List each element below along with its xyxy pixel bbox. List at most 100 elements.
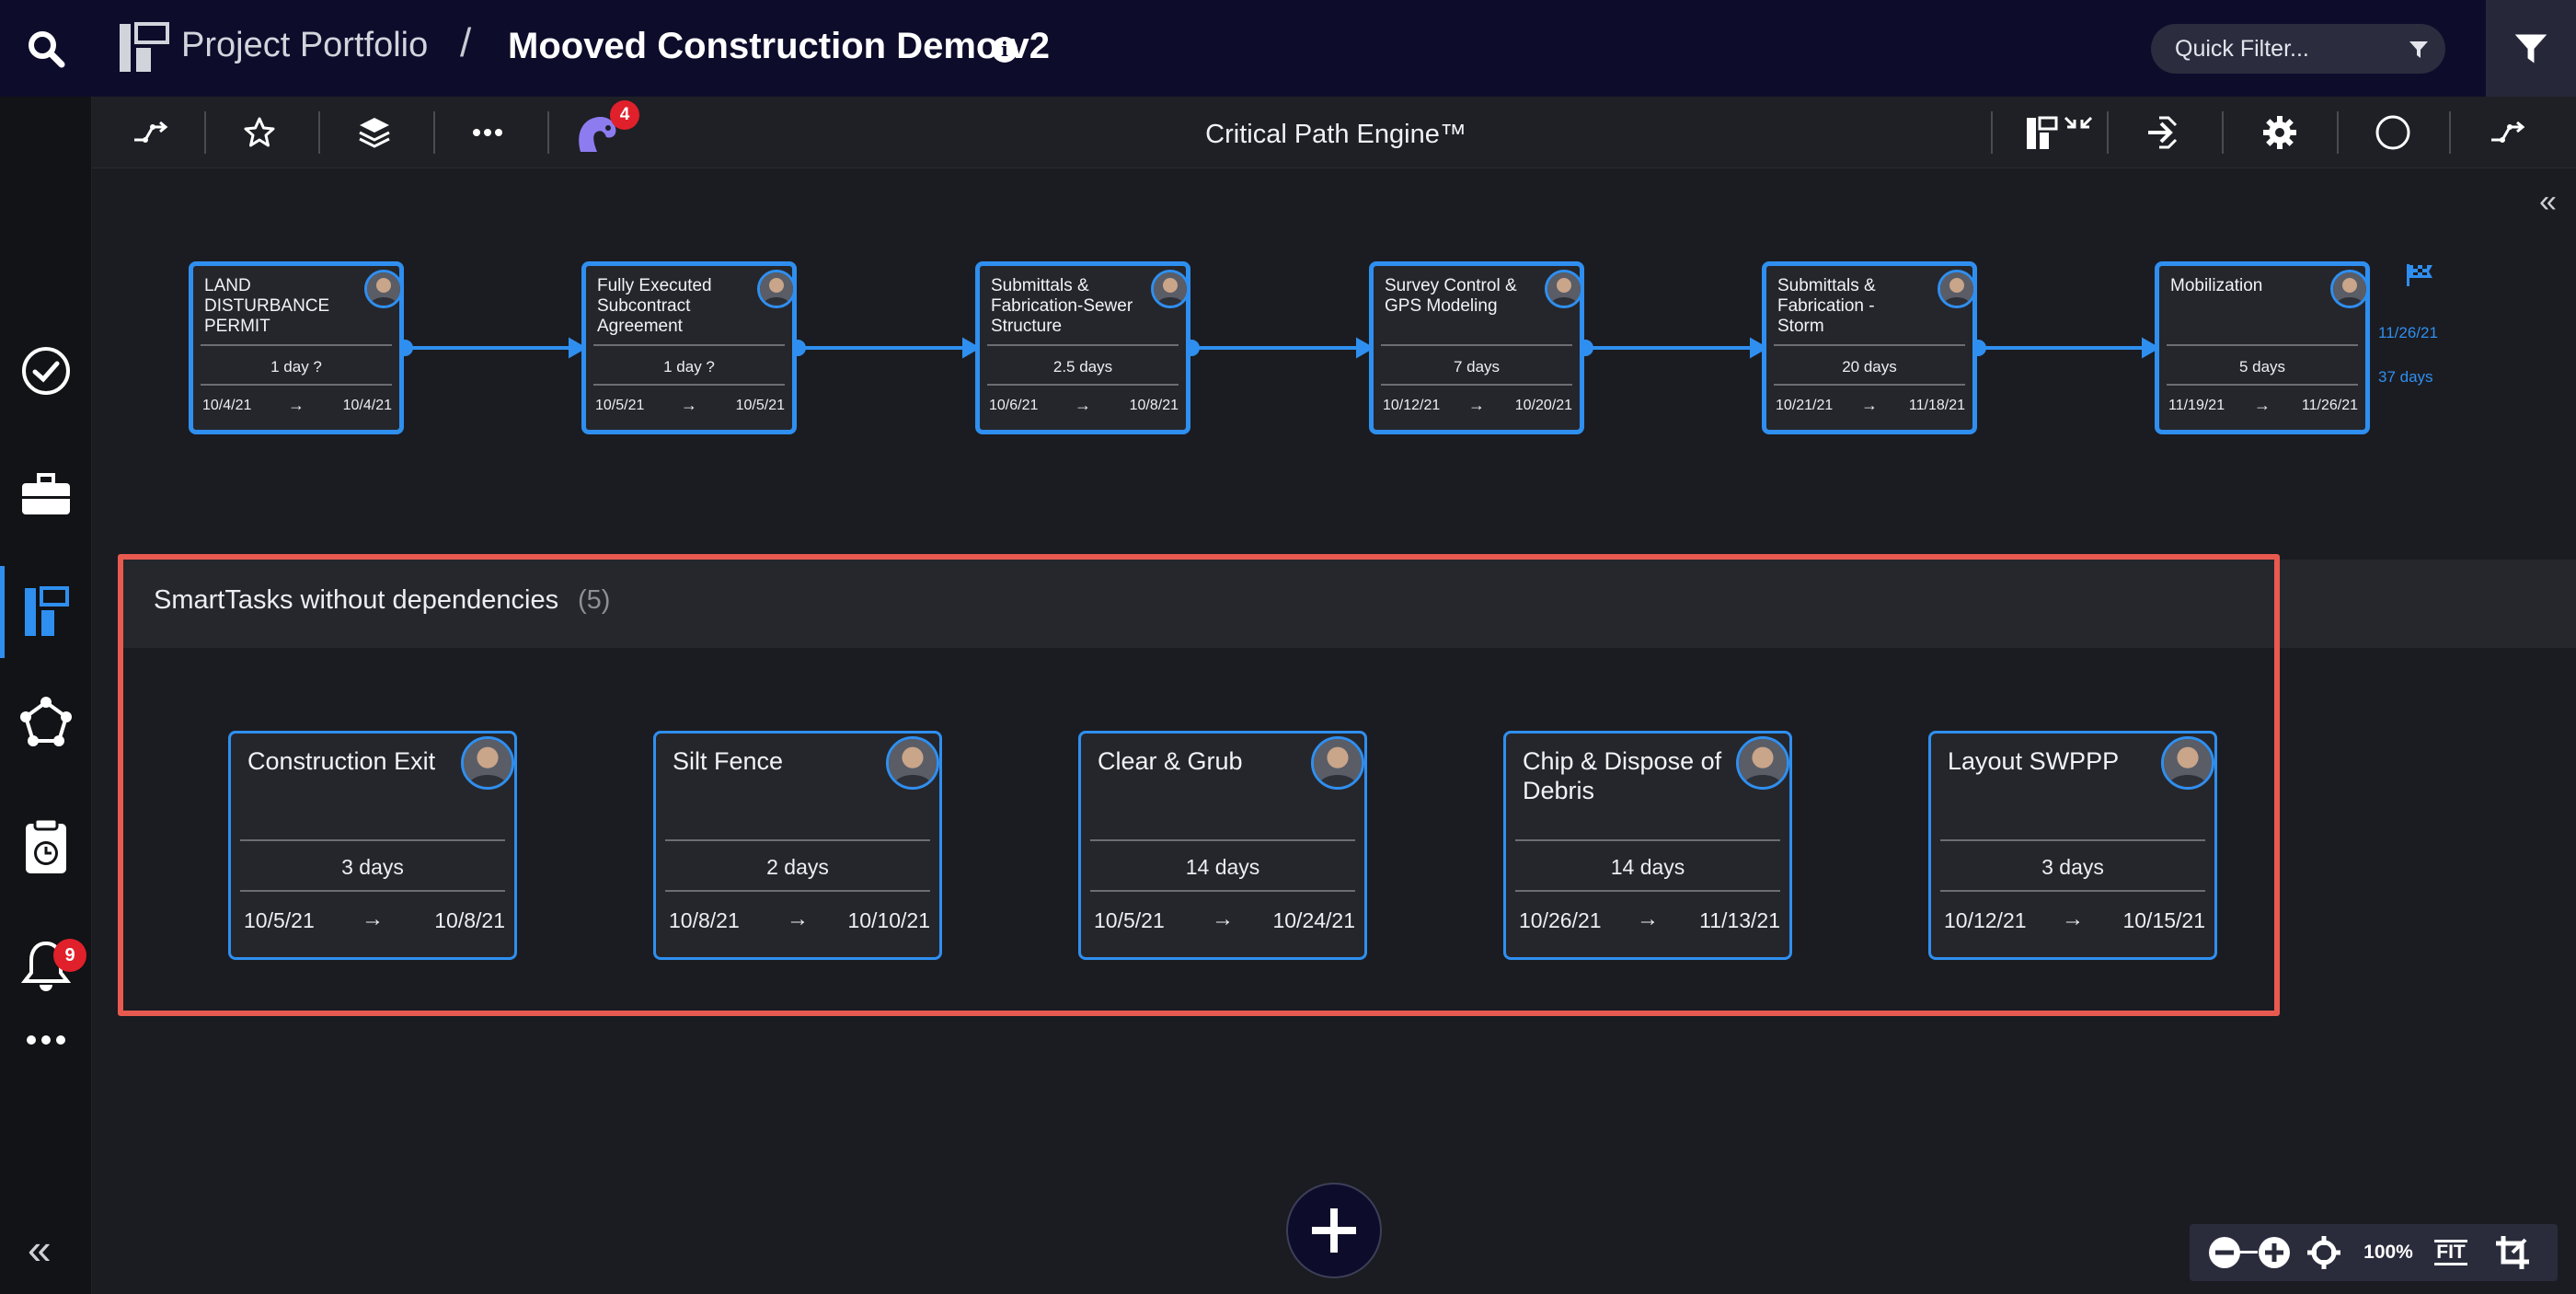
task-end-date: 10/20/21 [1514,398,1572,413]
divider [240,839,505,841]
task-duration: 14 days [1185,855,1260,879]
critical-task-card[interactable]: LAND DISTURBANCE PERMIT 1 day ? 10/4/21 … [189,261,404,434]
zoom-in-icon [2259,1237,2290,1268]
network-icon [20,697,72,746]
add-task-button[interactable] [1286,1183,1382,1278]
task-duration: 7 days [1453,358,1501,375]
clipboard-clock-icon [26,818,66,873]
avatar[interactable] [1151,270,1190,308]
task-name: Layout SWPPP [1948,747,2120,775]
avatar[interactable] [2161,736,2214,790]
divider [593,384,785,386]
divider [1515,890,1780,892]
zoom-in-button[interactable] [2254,1232,2294,1273]
critical-task-card[interactable]: Submittals & Fabrication - Storm 20 days… [1762,261,1977,434]
task-end-date: 10/8/21 [1129,398,1179,413]
zoom-out-icon [2209,1237,2240,1268]
divider [1515,839,1780,841]
crop-icon [2496,1236,2529,1269]
divider [1381,384,1572,386]
project-end-date: 11/26/21 [2378,324,2438,341]
task-duration: 2.5 days [1052,358,1113,375]
zoom-level[interactable]: 100% [2361,1232,2416,1273]
divider [2167,344,2358,346]
task-name: Survey Control & GPS Modeling [1385,276,1517,316]
task-duration: 1 day ? [663,358,715,375]
divider [1940,890,2205,892]
smart-task-card[interactable]: Construction Exit 3 days 10/5/21 → 10/8/… [228,731,517,960]
task-name: Construction Exit [247,747,436,775]
avatar[interactable] [886,736,939,790]
zoom-controls: 100% FIT [2190,1224,2558,1281]
divider [1940,839,2205,841]
task-name: LAND DISTURBANCE PERMIT [204,276,330,336]
critical-task-card[interactable]: Submittals & Fabrication-Sewer Structure… [975,261,1190,434]
divider [1381,344,1572,346]
divider [1090,839,1355,841]
divider [987,384,1179,386]
task-end-date: 10/4/21 [342,398,392,413]
task-duration: 2 days [766,855,829,879]
task-end-date: 11/13/21 [1699,908,1780,932]
finish-flag-icon [2407,264,2432,286]
collapse-sidebar-button[interactable]: « [28,1224,52,1274]
avatar[interactable] [1545,270,1583,308]
task-end-date: 10/24/21 [1272,908,1355,932]
notification-badge: 9 [53,939,86,972]
divider [1774,384,1965,386]
sidebar-item-more[interactable] [0,994,92,1086]
task-end-date: 11/18/21 [1908,398,1965,413]
plus-icon [1312,1208,1356,1253]
divider [987,344,1179,346]
critical-task-card[interactable]: Fully Executed Subcontract Agreement 1 d… [581,261,797,434]
divider [593,344,785,346]
crosshair-icon [2307,1236,2340,1269]
sidebar-item-timesheet[interactable] [0,801,92,893]
divider [2167,384,2358,386]
divider [1774,344,1965,346]
task-duration: 20 days [1842,358,1897,375]
smart-task-card[interactable]: Chip & Dispose of Debris 14 days 10/26/2… [1503,731,1792,960]
task-name: Submittals & Fabrication - Storm [1777,276,1876,336]
smart-task-card[interactable]: Clear & Grub 14 days 10/5/21 → 10/24/21 [1078,731,1367,960]
task-duration: 1 day ? [270,358,322,375]
avatar[interactable] [2330,270,2369,308]
board-icon [25,586,69,636]
task-duration: 3 days [2041,855,2104,879]
task-duration: 14 days [1610,855,1685,879]
task-end-date: 10/5/21 [735,398,785,413]
sidebar-item-network[interactable] [0,676,92,768]
task-name: Clear & Grub [1098,747,1243,775]
avatar[interactable] [364,270,403,308]
smart-task-card[interactable]: Layout SWPPP 3 days 10/12/21 → 10/15/21 [1928,731,2217,960]
recenter-button[interactable] [2304,1232,2344,1273]
smart-tasks-title: SmartTasks without dependencies [154,585,559,615]
critical-task-card[interactable]: Mobilization 5 days 11/19/21 → 11/26/21 [2155,261,2370,434]
avatar[interactable] [1736,736,1789,790]
task-end-date: 10/15/21 [2122,908,2205,932]
divider [665,890,930,892]
critical-task-card[interactable]: Survey Control & GPS Modeling 7 days 10/… [1369,261,1584,434]
divider [665,839,930,841]
avatar[interactable] [1938,270,1976,308]
smart-task-card[interactable]: Silt Fence 2 days 10/8/21 → 10/10/21 [653,731,942,960]
divider [201,344,392,346]
smart-tasks-count: (5) [578,585,611,615]
crop-button[interactable] [2490,1232,2536,1273]
task-end-date: 10/8/21 [434,908,505,932]
divider [240,890,505,892]
avatar[interactable] [461,736,514,790]
fit-label: FIT [2434,1240,2467,1265]
avatar[interactable] [1311,736,1364,790]
task-duration: 3 days [341,855,404,879]
task-name: Fully Executed Subcontract Agreement [597,276,712,336]
task-end-date: 10/10/21 [847,908,930,932]
divider [1090,890,1355,892]
task-name: Silt Fence [673,747,784,775]
project-total-duration: 37 days [2378,368,2433,386]
fit-button[interactable]: FIT [2427,1232,2475,1273]
avatar[interactable] [757,270,796,308]
task-end-date: 11/26/21 [2301,398,2358,413]
sidebar-item-board[interactable] [0,566,92,658]
task-duration: 5 days [2238,358,2286,375]
